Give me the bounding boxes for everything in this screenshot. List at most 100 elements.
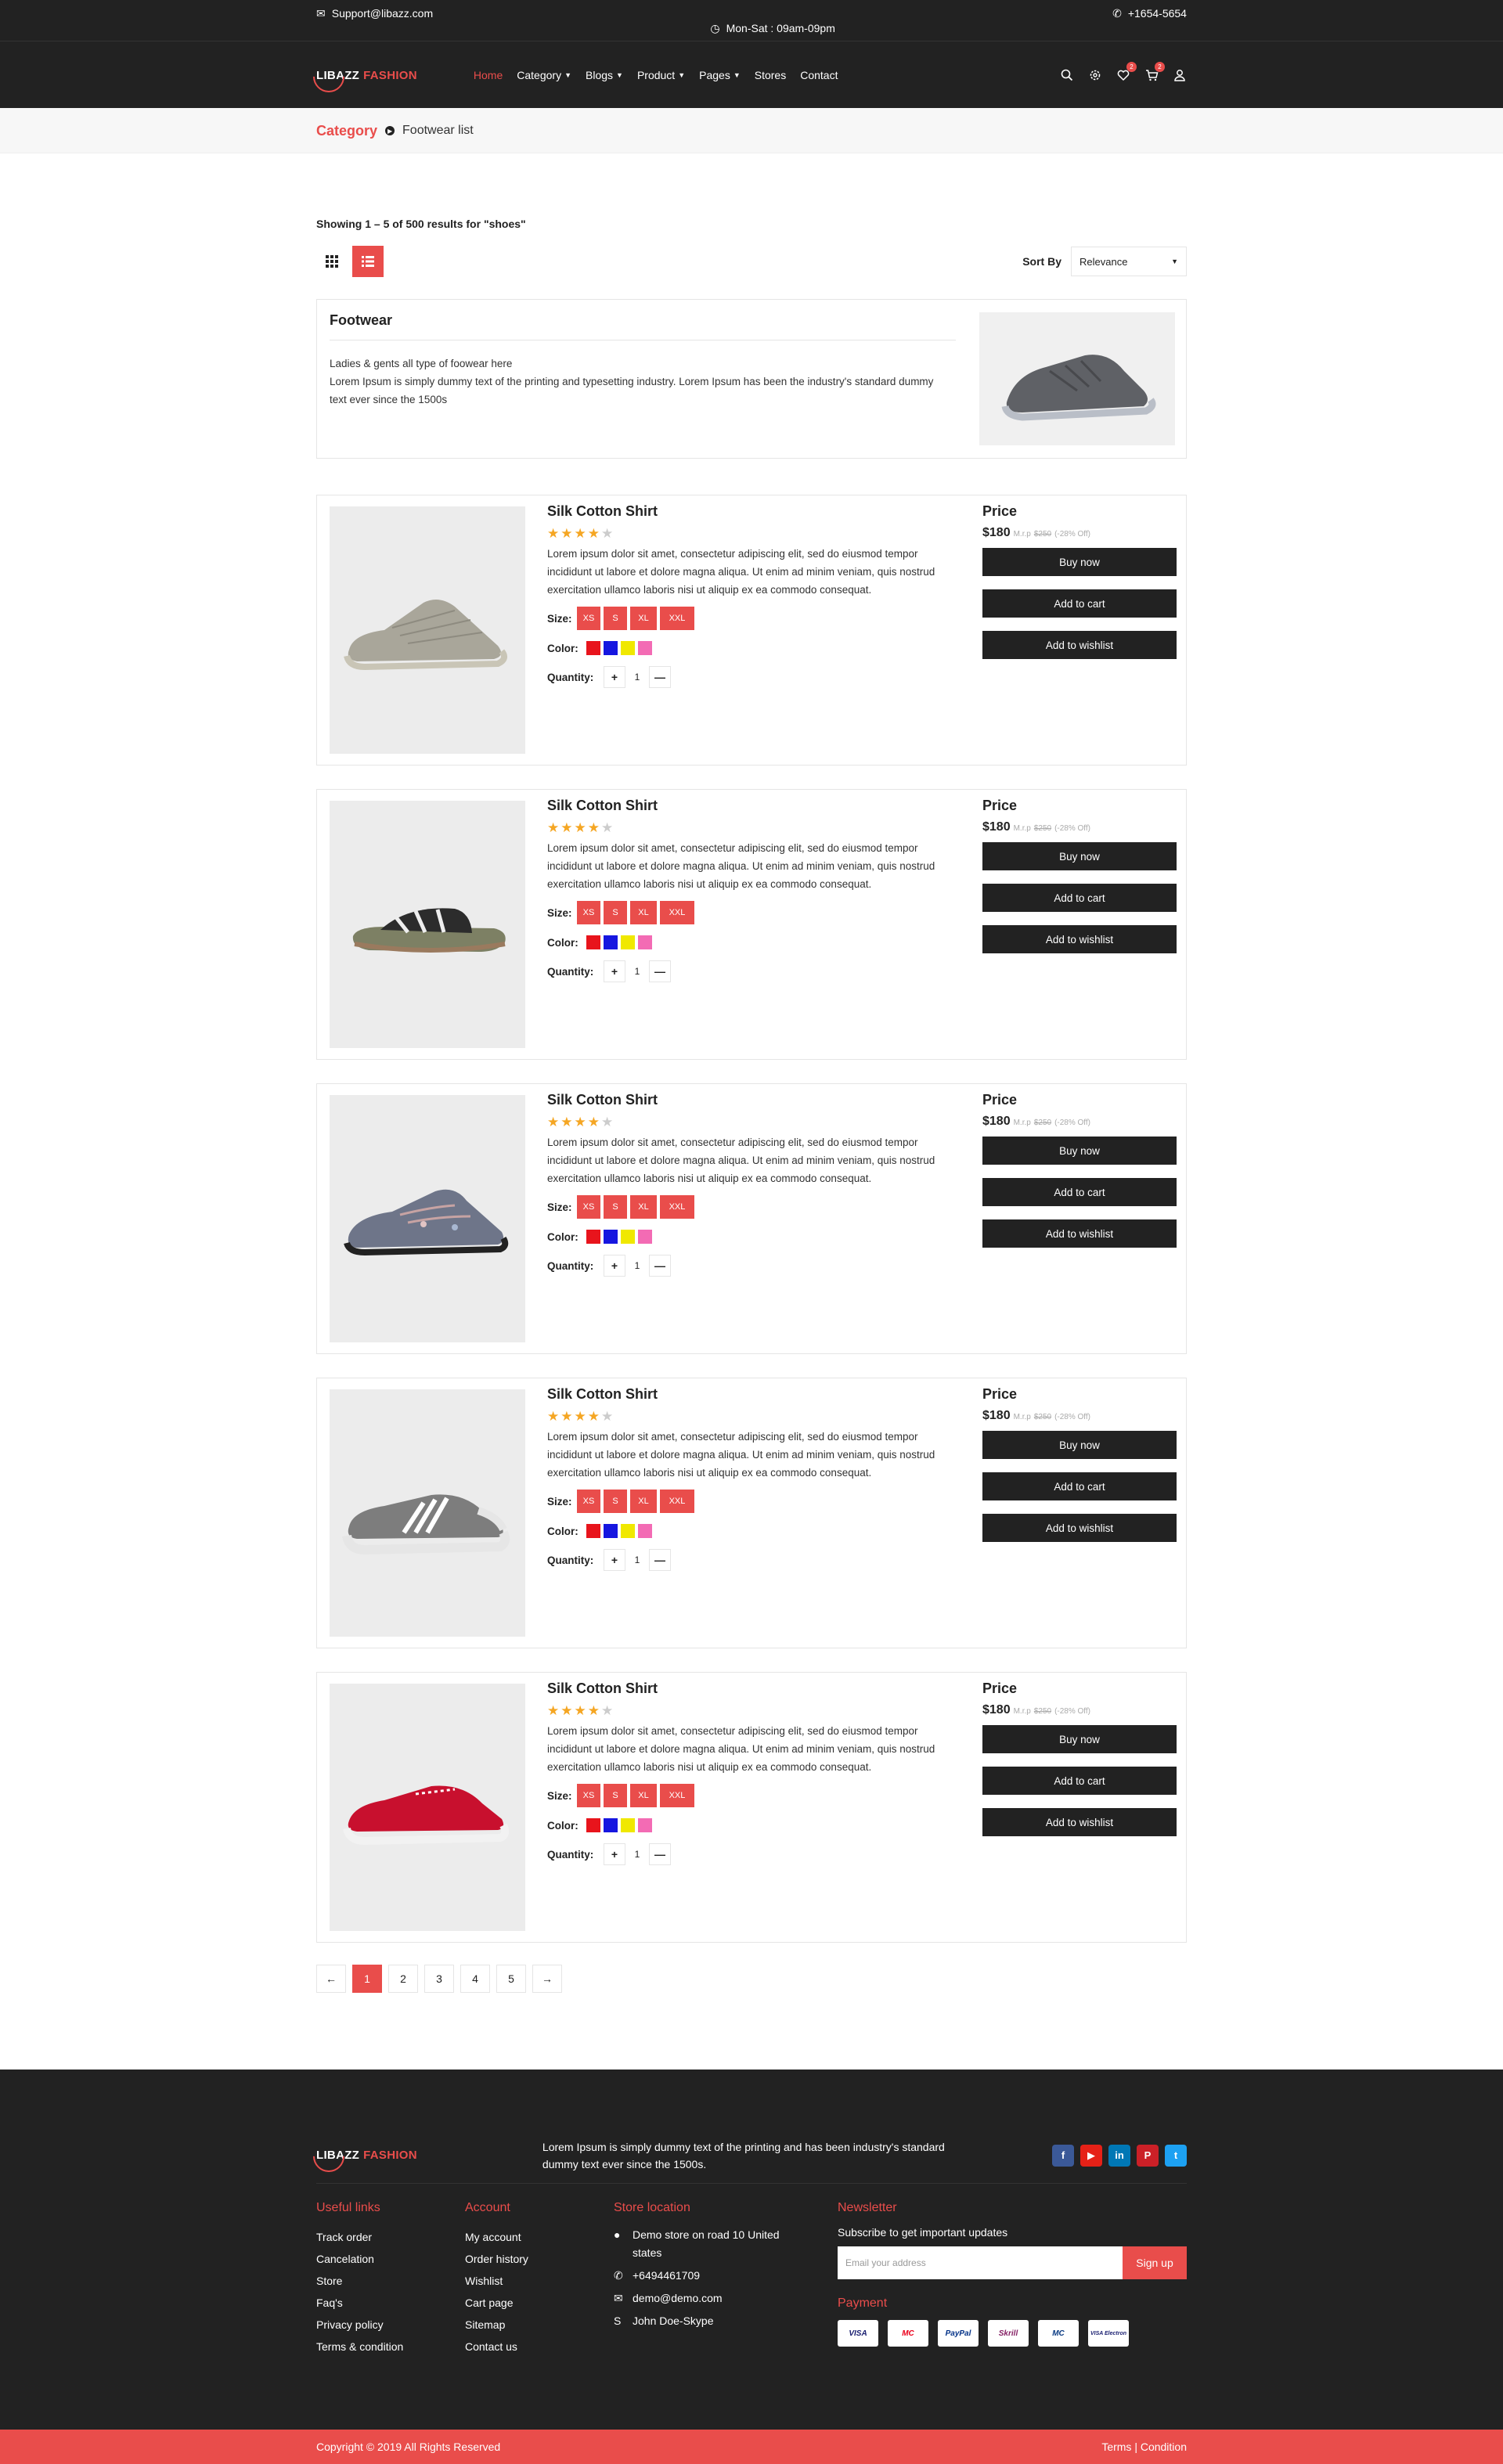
facebook-icon[interactable]: f bbox=[1052, 2144, 1074, 2167]
quantity-decrease-button[interactable]: — bbox=[649, 1843, 671, 1865]
size-option-xxl[interactable]: XXL bbox=[660, 1195, 694, 1219]
nav-product[interactable]: Product ▼ bbox=[637, 69, 685, 81]
page-5-button[interactable]: 5 bbox=[496, 1965, 526, 1993]
footer-link-sitemap[interactable]: Sitemap bbox=[465, 2314, 614, 2336]
size-option-xl[interactable]: XL bbox=[630, 901, 657, 924]
page-2-button[interactable]: 2 bbox=[388, 1965, 418, 1993]
sort-select[interactable]: Relevance ▼ bbox=[1071, 247, 1187, 276]
size-option-s[interactable]: S bbox=[604, 1784, 627, 1807]
settings-gear-icon[interactable] bbox=[1088, 68, 1102, 82]
quantity-value[interactable]: 1 bbox=[625, 1849, 649, 1860]
product-name[interactable]: Silk Cotton Shirt bbox=[547, 1092, 962, 1108]
size-option-xl[interactable]: XL bbox=[630, 607, 657, 630]
buy-now-button[interactable]: Buy now bbox=[982, 1431, 1177, 1459]
footer-link-faq-s[interactable]: Faq's bbox=[316, 2292, 465, 2314]
buy-now-button[interactable]: Buy now bbox=[982, 1137, 1177, 1165]
quantity-decrease-button[interactable]: — bbox=[649, 1255, 671, 1277]
color-swatch[interactable] bbox=[604, 1230, 618, 1244]
twitter-icon[interactable]: t bbox=[1165, 2144, 1187, 2167]
quantity-increase-button[interactable]: + bbox=[604, 666, 625, 688]
color-swatch[interactable] bbox=[621, 641, 635, 655]
color-swatch[interactable] bbox=[604, 641, 618, 655]
product-image[interactable] bbox=[330, 1095, 525, 1342]
footer-link-contact-us[interactable]: Contact us bbox=[465, 2336, 614, 2358]
color-swatch[interactable] bbox=[586, 935, 600, 949]
buy-now-button[interactable]: Buy now bbox=[982, 842, 1177, 870]
page-4-button[interactable]: 4 bbox=[460, 1965, 490, 1993]
cart-icon[interactable]: 2 bbox=[1144, 62, 1165, 82]
quantity-decrease-button[interactable]: — bbox=[649, 1549, 671, 1571]
size-option-xs[interactable]: XS bbox=[577, 1195, 600, 1219]
size-option-xs[interactable]: XS bbox=[577, 1490, 600, 1513]
footer-link-track-order[interactable]: Track order bbox=[316, 2226, 465, 2248]
product-name[interactable]: Silk Cotton Shirt bbox=[547, 503, 962, 520]
prev-page-button[interactable]: ← bbox=[316, 1965, 346, 1993]
page-1-button[interactable]: 1 bbox=[352, 1965, 382, 1993]
quantity-value[interactable]: 1 bbox=[625, 1554, 649, 1565]
add-to-wishlist-button[interactable]: Add to wishlist bbox=[982, 1514, 1177, 1542]
buy-now-button[interactable]: Buy now bbox=[982, 1725, 1177, 1753]
size-option-xxl[interactable]: XXL bbox=[660, 901, 694, 924]
product-name[interactable]: Silk Cotton Shirt bbox=[547, 1386, 962, 1403]
quantity-value[interactable]: 1 bbox=[625, 966, 649, 977]
pinterest-icon[interactable]: P bbox=[1137, 2144, 1159, 2167]
size-option-s[interactable]: S bbox=[604, 607, 627, 630]
brand-logo[interactable]: LIBAZZ FASHION bbox=[306, 54, 417, 99]
newsletter-signup-button[interactable]: Sign up bbox=[1123, 2246, 1187, 2279]
buy-now-button[interactable]: Buy now bbox=[982, 548, 1177, 576]
size-option-xs[interactable]: XS bbox=[577, 607, 600, 630]
color-swatch[interactable] bbox=[638, 641, 652, 655]
add-to-cart-button[interactable]: Add to cart bbox=[982, 884, 1177, 912]
color-swatch[interactable] bbox=[604, 1818, 618, 1832]
product-image[interactable] bbox=[330, 1389, 525, 1637]
footer-link-my-account[interactable]: My account bbox=[465, 2226, 614, 2248]
user-icon[interactable] bbox=[1173, 68, 1187, 82]
newsletter-email-input[interactable]: Email your address bbox=[838, 2246, 1123, 2279]
nav-blogs[interactable]: Blogs ▼ bbox=[586, 69, 623, 81]
terms-link[interactable]: Terms | Condition bbox=[1101, 2441, 1187, 2453]
size-option-xs[interactable]: XS bbox=[577, 901, 600, 924]
store-email[interactable]: ✉ demo@demo.com bbox=[614, 2289, 838, 2307]
color-swatch[interactable] bbox=[621, 1818, 635, 1832]
youtube-icon[interactable]: ▶ bbox=[1080, 2144, 1102, 2167]
footer-link-cancelation[interactable]: Cancelation bbox=[316, 2248, 465, 2270]
support-email[interactable]: ✉ Support@libazz.com bbox=[316, 7, 433, 20]
footer-link-order-history[interactable]: Order history bbox=[465, 2248, 614, 2270]
size-option-xl[interactable]: XL bbox=[630, 1195, 657, 1219]
size-option-xxl[interactable]: XXL bbox=[660, 1784, 694, 1807]
footer-link-cart-page[interactable]: Cart page bbox=[465, 2292, 614, 2314]
size-option-xxl[interactable]: XXL bbox=[660, 1490, 694, 1513]
size-option-xxl[interactable]: XXL bbox=[660, 607, 694, 630]
color-swatch[interactable] bbox=[586, 1818, 600, 1832]
quantity-increase-button[interactable]: + bbox=[604, 1549, 625, 1571]
footer-link-wishlist[interactable]: Wishlist bbox=[465, 2270, 614, 2292]
quantity-increase-button[interactable]: + bbox=[604, 1843, 625, 1865]
color-swatch[interactable] bbox=[604, 1524, 618, 1538]
product-name[interactable]: Silk Cotton Shirt bbox=[547, 1680, 962, 1697]
footer-link-store[interactable]: Store bbox=[316, 2270, 465, 2292]
product-image[interactable] bbox=[330, 801, 525, 1048]
product-image[interactable] bbox=[330, 1684, 525, 1931]
add-to-wishlist-button[interactable]: Add to wishlist bbox=[982, 1808, 1177, 1836]
color-swatch[interactable] bbox=[638, 1818, 652, 1832]
size-option-xl[interactable]: XL bbox=[630, 1490, 657, 1513]
color-swatch[interactable] bbox=[604, 935, 618, 949]
quantity-value[interactable]: 1 bbox=[625, 672, 649, 683]
quantity-value[interactable]: 1 bbox=[625, 1260, 649, 1271]
wishlist-heart-icon[interactable]: 2 bbox=[1116, 62, 1137, 82]
quantity-increase-button[interactable]: + bbox=[604, 1255, 625, 1277]
breadcrumb-category-link[interactable]: Category bbox=[316, 123, 377, 139]
quantity-decrease-button[interactable]: — bbox=[649, 960, 671, 982]
quantity-decrease-button[interactable]: — bbox=[649, 666, 671, 688]
color-swatch[interactable] bbox=[621, 1230, 635, 1244]
store-phone[interactable]: ✆ +6494461709 bbox=[614, 2267, 838, 2285]
nav-pages[interactable]: Pages ▼ bbox=[699, 69, 741, 81]
size-option-s[interactable]: S bbox=[604, 1490, 627, 1513]
color-swatch[interactable] bbox=[638, 1230, 652, 1244]
add-to-cart-button[interactable]: Add to cart bbox=[982, 589, 1177, 618]
product-image[interactable] bbox=[330, 506, 525, 754]
store-skype[interactable]: S John Doe-Skype bbox=[614, 2312, 838, 2330]
support-phone[interactable]: ✆ +1654-5654 bbox=[1112, 7, 1187, 20]
footer-link-terms-condition[interactable]: Terms & condition bbox=[316, 2336, 465, 2358]
color-swatch[interactable] bbox=[586, 641, 600, 655]
